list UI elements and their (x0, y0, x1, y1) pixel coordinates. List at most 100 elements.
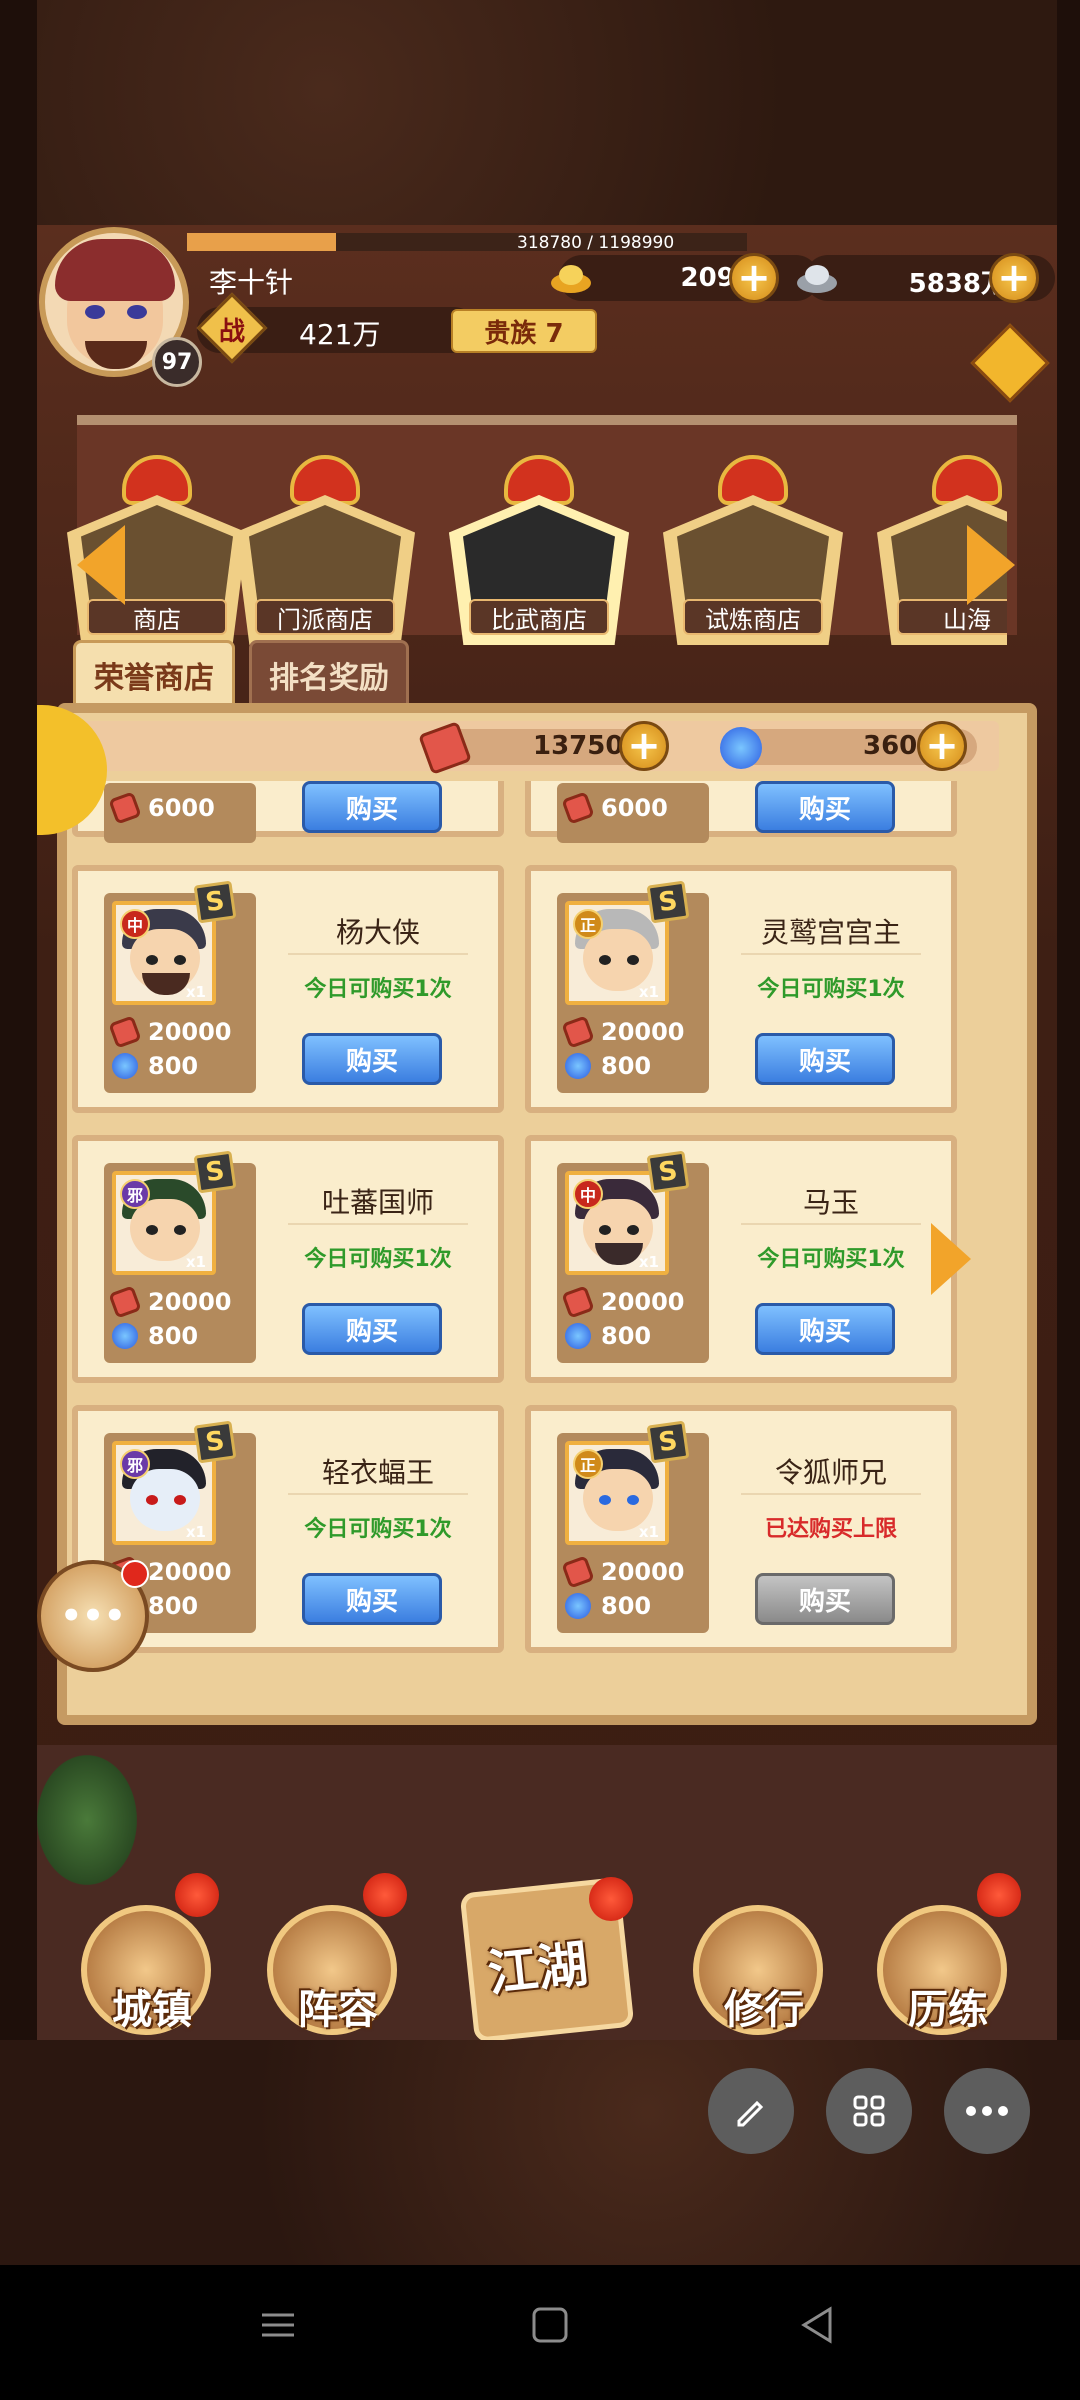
item-quantity: x1 (638, 983, 659, 1001)
level-badge: 97 (152, 337, 202, 387)
hero-eye (174, 1495, 186, 1505)
nav-jianghu-notification-dot (589, 1877, 633, 1921)
item-name: 吐蕃国师 (321, 1186, 434, 1219)
item-name: 马玉 (802, 1186, 859, 1219)
nav-lineup[interactable]: 阵容 (267, 1905, 397, 2035)
item-list[interactable]: 6000 购买 6000 购买 中 x1 S 20000 800 杨大侠 今日可… (72, 781, 1022, 1711)
buy-button[interactable]: 购买 (302, 781, 442, 833)
menu-icon[interactable] (258, 2305, 298, 2356)
buy-button[interactable]: 购买 (302, 1033, 442, 1085)
purchase-limit: 今日可购买1次 (757, 977, 905, 1002)
hero-face (583, 929, 653, 991)
purchase-limit: 今日可购买1次 (757, 1247, 905, 1272)
hero-eye (599, 955, 611, 965)
divider (741, 953, 921, 955)
buy-button[interactable]: 购买 (302, 1573, 442, 1625)
add-gold-button[interactable]: + (729, 253, 779, 303)
combat-power-glyph: 战 (218, 316, 245, 347)
carousel-right-arrow-icon[interactable] (967, 525, 1015, 605)
price-spirit: 800 (112, 1321, 198, 1351)
expand-arrow-icon[interactable] (931, 1223, 971, 1295)
price-honor-value: 20000 (148, 1018, 232, 1046)
chat-notification-dot (121, 1560, 149, 1588)
item-quantity: x1 (185, 1523, 206, 1541)
item-card: 中 x1 S 20000 800 杨大侠 今日可购买1次 购买 (72, 865, 504, 1113)
chat-bubble-icon: ••• (60, 1596, 126, 1636)
system-navigation-bar (0, 2265, 1080, 2400)
tab-rank-rewards[interactable]: 排名奖励 (249, 640, 409, 706)
item-quantity: x1 (185, 1253, 206, 1271)
nav-town[interactable]: 城镇 (81, 1905, 211, 2035)
buy-button[interactable]: 购买 (755, 1033, 895, 1085)
divider (288, 953, 468, 955)
price-spirit-value: 800 (148, 1052, 199, 1080)
price-spirit: 800 (112, 1051, 198, 1081)
add-spirit-button[interactable]: + (917, 721, 967, 771)
home-icon[interactable] (530, 2305, 570, 2356)
divider (741, 1493, 921, 1495)
price-spirit-value: 800 (601, 1052, 652, 1080)
rank-s-icon: S (193, 1150, 237, 1194)
add-silver-button[interactable]: + (989, 253, 1039, 303)
item-quantity: x1 (638, 1523, 659, 1541)
hero-eye (174, 1225, 186, 1235)
spirit-token-icon (720, 727, 762, 769)
pencil-icon[interactable] (708, 2068, 794, 2154)
nav-label: 阵容 (298, 1987, 378, 2033)
rank-s-icon: S (646, 1420, 690, 1464)
nav-lineup-notification-dot (363, 1873, 407, 1917)
buy-button-disabled[interactable]: 购买 (755, 1573, 895, 1625)
back-icon[interactable] (798, 2305, 838, 2356)
noble-badge[interactable]: 贵族 7 (451, 309, 597, 353)
exp-text: 318780 / 1198990 (517, 233, 675, 253)
rank-s-icon: S (646, 880, 690, 924)
shop-card-3[interactable]: 试炼商店 (663, 455, 843, 645)
add-honor-button[interactable]: + (619, 721, 669, 771)
purchase-limit: 今日可购买1次 (304, 1247, 452, 1272)
honor-token-icon (561, 1015, 595, 1049)
buy-button[interactable]: 购买 (755, 1303, 895, 1355)
price-honor-value: 6000 (601, 794, 668, 822)
price-honor-value: 20000 (148, 1558, 232, 1586)
shop-card-1[interactable]: 门派商店 (235, 455, 415, 645)
shop-label: 门派商店 (255, 599, 395, 635)
kite-icon[interactable] (970, 323, 1050, 403)
honor-token-icon (561, 1285, 595, 1319)
price-honor: 20000 (561, 1015, 685, 1049)
nav-cultivate[interactable]: 修行 (693, 1905, 823, 2035)
faction-badge: 正 (573, 909, 603, 939)
more-icon[interactable] (944, 2068, 1030, 2154)
hero-face (583, 1469, 653, 1531)
hero-eye (174, 955, 186, 965)
price-honor-value: 20000 (601, 1288, 685, 1316)
honor-token-icon (561, 1555, 595, 1589)
spirit-token-icon (112, 1053, 138, 1079)
faction-badge: 邪 (120, 1449, 150, 1479)
buy-button[interactable]: 购买 (302, 1303, 442, 1355)
price-honor: 20000 (108, 1285, 232, 1319)
price-spirit-value: 800 (148, 1322, 199, 1350)
avatar-eye (85, 305, 105, 319)
hero-eye (599, 1225, 611, 1235)
avatar-eye (127, 305, 147, 319)
spirit-amount: 360 (863, 731, 918, 761)
grid-icon[interactable] (826, 2068, 912, 2154)
hero-face (130, 1469, 200, 1531)
spirit-token-icon (112, 1323, 138, 1349)
combat-power-value: 421万 (299, 318, 381, 351)
shop-card-2[interactable]: 比武商店 (449, 455, 629, 645)
faction-badge: 邪 (120, 1179, 150, 1209)
price-honor-value: 20000 (148, 1288, 232, 1316)
nav-label: 历练 (908, 1987, 988, 2033)
nav-label: 城镇 (112, 1987, 192, 2033)
item-card: 6000 购买 (72, 781, 504, 843)
rank-s-icon: S (193, 1420, 237, 1464)
spirit-token-icon (565, 1323, 591, 1349)
tab-honor-shop[interactable]: 荣誉商店 (73, 640, 235, 706)
honor-token-icon (108, 1285, 142, 1319)
shop-label: 试炼商店 (683, 599, 823, 635)
honor-amount: 13750 (533, 731, 624, 761)
carousel-left-arrow-icon[interactable] (77, 525, 125, 605)
buy-button[interactable]: 购买 (755, 781, 895, 833)
nav-training[interactable]: 历练 (877, 1905, 1007, 2035)
